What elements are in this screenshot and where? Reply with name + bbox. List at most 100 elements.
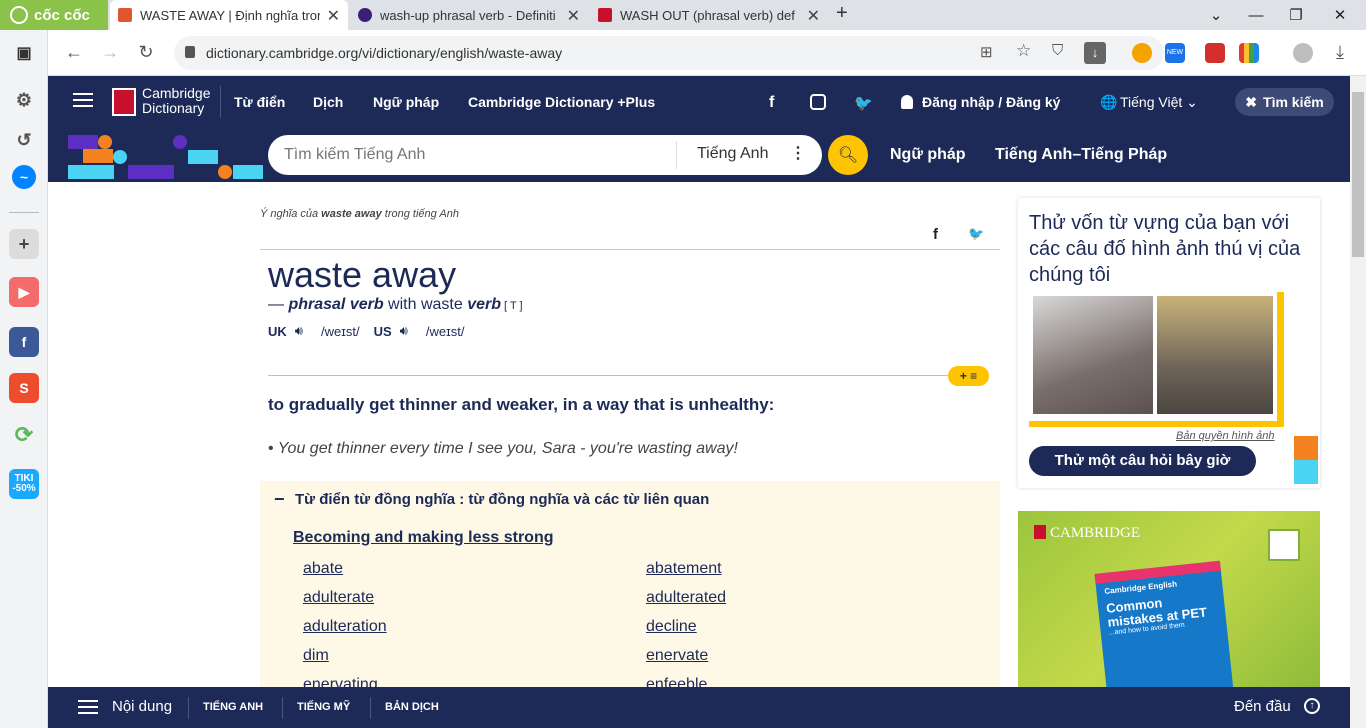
login-link[interactable]: Đăng nhập / Đăng ký <box>922 94 1060 110</box>
contents-button[interactable]: Nội dung <box>112 698 172 715</box>
tab-english[interactable]: TIẾNG ANH <box>203 701 263 713</box>
language-selector[interactable]: Tiếng Việt ⌄ <box>1120 94 1198 111</box>
page-content: Ý nghĩa của waste away trong tiếng Anh f… <box>48 182 1350 693</box>
image-credit-link[interactable]: Bản quyền hình ảnh <box>1176 430 1274 442</box>
nav-plus[interactable]: Cambridge Dictionary +Plus <box>468 94 655 110</box>
history-icon[interactable]: ↺ <box>9 125 39 155</box>
extension-chrome-icon[interactable] <box>1132 43 1152 63</box>
browser-logo[interactable]: cốc cốc <box>0 0 108 30</box>
pos-label: phrasal verb <box>288 296 384 313</box>
arrow-up-icon[interactable]: ↑ <box>1304 698 1320 714</box>
settings-gear-icon[interactable]: ⚙ <box>9 85 39 115</box>
tab-menu-icon[interactable]: ⌄ <box>1196 0 1236 30</box>
synonym-link[interactable]: enervate <box>646 647 708 665</box>
collapse-toggle-icon[interactable]: − <box>274 489 285 510</box>
tab-translation[interactable]: BẢN DỊCH <box>385 701 439 713</box>
extension-color-icon[interactable] <box>1239 43 1259 63</box>
tab-waste-away[interactable]: WASTE AWAY | Định nghĩa trong ✕ <box>110 0 348 30</box>
decor-dot <box>218 165 232 179</box>
decor-block <box>1294 460 1318 484</box>
us-ipa: /weɪst/ <box>425 323 465 339</box>
grammar-link[interactable]: Ngữ pháp <box>890 146 966 164</box>
nav-grammar[interactable]: Ngữ pháp <box>373 94 439 110</box>
twitter-icon[interactable]: 🐦 <box>854 94 873 112</box>
synonym-link[interactable]: adulteration <box>303 618 387 636</box>
search-submit-button[interactable]: 🔍︎ <box>828 135 868 175</box>
facebook-icon[interactable]: f <box>9 327 39 357</box>
new-tab-button[interactable]: + <box>836 2 848 25</box>
back-to-top-link[interactable]: Đến đầu <box>1234 698 1291 715</box>
seal-image <box>1157 296 1273 414</box>
extension-red-icon[interactable] <box>1205 43 1225 63</box>
youtube-icon[interactable]: ▶ <box>9 277 39 307</box>
search-input[interactable] <box>284 143 664 167</box>
english-french-link[interactable]: Tiếng Anh–Tiếng Pháp <box>995 146 1167 164</box>
tab-wash-out[interactable]: WASH OUT (phrasal verb) def ✕ <box>590 0 828 30</box>
search-toggle-button[interactable]: ✖ Tìm kiếm <box>1235 88 1334 116</box>
synonym-link[interactable]: adulterated <box>646 589 726 607</box>
close-window-button[interactable]: ✕ <box>1320 0 1360 30</box>
tab-american[interactable]: TIẾNG MỸ <box>297 701 350 713</box>
share-facebook-icon[interactable]: f <box>933 226 938 243</box>
advertisement[interactable]: CAMBRIDGE Cambridge English Common mista… <box>1018 511 1320 687</box>
browser-sidebar: ▣ ⚙ ↺ ~ + ▶ f S ⟳ TIKI -50% <box>0 30 48 728</box>
tiki-icon[interactable]: TIKI -50% <box>9 469 39 499</box>
hippo-image <box>1033 296 1153 414</box>
minimize-button[interactable]: — <box>1236 0 1276 30</box>
uk-audio-icon[interactable]: 🔊︎ <box>295 323 303 339</box>
synonym-link[interactable]: decline <box>646 618 697 636</box>
nav-dictionary[interactable]: Từ điển <box>234 94 285 110</box>
decor-block <box>68 135 98 149</box>
try-quiz-button[interactable]: Thử một câu hỏi bây giờ <box>1029 446 1256 476</box>
quiz-image-box[interactable] <box>1029 292 1277 421</box>
maximize-button[interactable]: ❐ <box>1276 0 1316 30</box>
decor-block <box>83 149 113 163</box>
synonym-link[interactable]: adulterate <box>303 589 374 607</box>
add-to-list-button[interactable]: + ≡ <box>948 366 989 386</box>
coccoc-icon <box>10 6 28 24</box>
shield-icon[interactable]: ⛉ <box>1052 42 1063 59</box>
sidebar-toggle-icon[interactable]: ▣ <box>9 38 39 68</box>
site-logo[interactable]: Cambridge Dictionary <box>142 86 210 116</box>
add-shortcut-icon[interactable]: + <box>9 229 39 259</box>
coccoc-shop-icon[interactable]: ⟳ <box>9 420 39 450</box>
close-tab-icon[interactable]: ✕ <box>327 6 340 26</box>
nav-translate[interactable]: Dịch <box>313 94 343 110</box>
share-twitter-icon[interactable]: 🐦 <box>968 226 984 242</box>
instagram-icon[interactable] <box>810 94 826 110</box>
hamburger-menu-icon[interactable] <box>73 93 93 95</box>
downloads-icon[interactable]: ⤓ <box>1326 38 1354 66</box>
sidebar-divider <box>9 212 39 213</box>
macmillan-favicon-icon <box>598 8 612 22</box>
download-page-icon[interactable]: ↓ <box>1084 42 1106 64</box>
more-options-icon[interactable]: ⋮ <box>790 143 806 163</box>
back-icon[interactable]: ← <box>60 38 88 66</box>
decor-dot <box>98 135 112 149</box>
synonym-link[interactable]: abatement <box>646 560 722 578</box>
decor-dot <box>113 150 127 164</box>
bookmark-star-icon[interactable]: ☆ <box>1016 41 1031 61</box>
reload-icon[interactable]: ↻ <box>132 38 160 66</box>
dictionary-language-select[interactable]: Tiếng Anh <box>697 145 768 163</box>
extension-new-icon[interactable]: NEW <box>1165 43 1185 63</box>
synonym-group-link[interactable]: Becoming and making less strong <box>293 529 554 547</box>
shopee-icon[interactable]: S <box>9 373 39 403</box>
facebook-icon[interactable]: f <box>769 94 774 112</box>
decor-block <box>128 165 174 179</box>
messenger-icon[interactable]: ~ <box>12 165 36 189</box>
synonym-link[interactable]: dim <box>303 647 329 665</box>
contents-menu-icon[interactable] <box>78 700 98 702</box>
tab-wash-up[interactable]: wash-up phrasal verb - Definiti ✕ <box>350 0 588 30</box>
scrollbar-thumb[interactable] <box>1352 92 1364 257</box>
synonym-link[interactable]: abate <box>303 560 343 578</box>
bottom-divider <box>282 697 283 719</box>
address-bar[interactable]: dictionary.cambridge.org/vi/dictionary/e… <box>174 36 1164 70</box>
ad-shield-icon <box>1034 525 1046 539</box>
nav-divider <box>220 86 221 118</box>
translate-icon[interactable]: ⊞ <box>980 43 993 61</box>
close-tab-icon[interactable]: ✕ <box>807 6 820 26</box>
us-audio-icon[interactable]: 🔊︎ <box>400 323 408 339</box>
forward-icon[interactable]: → <box>96 38 124 66</box>
profile-avatar[interactable] <box>1293 43 1313 63</box>
close-tab-icon[interactable]: ✕ <box>567 6 580 26</box>
